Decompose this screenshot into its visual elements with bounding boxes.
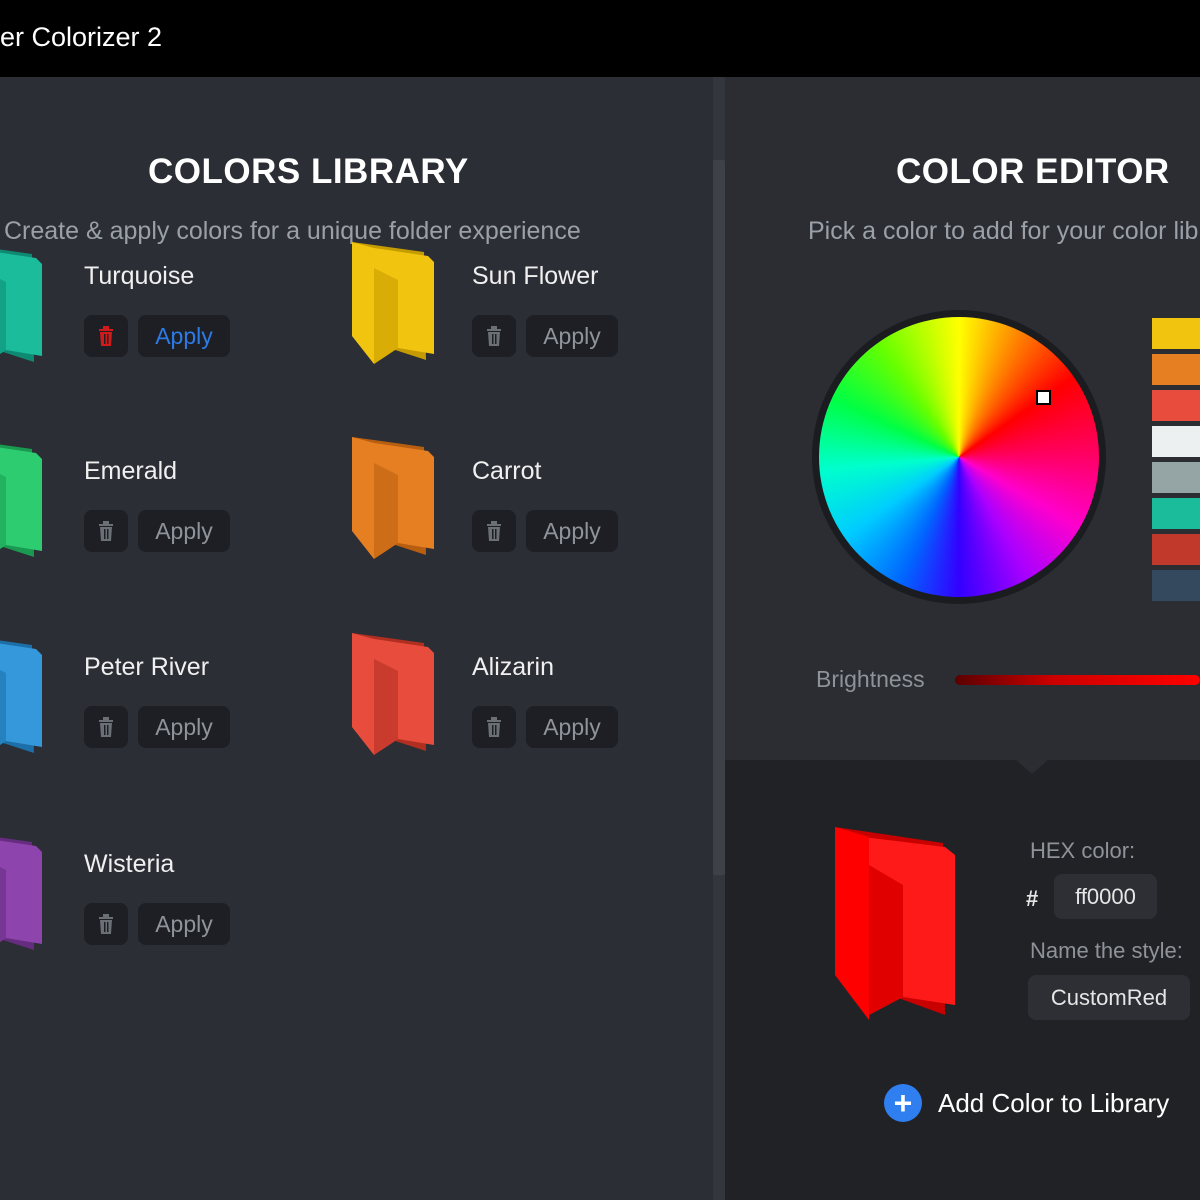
library-item: Emerald Apply (0, 444, 330, 595)
color-swatch[interactable] (1152, 318, 1200, 349)
trash-icon (487, 521, 501, 541)
delete-color-button[interactable] (472, 706, 516, 748)
folder-icon (352, 240, 442, 370)
folder-icon (352, 631, 442, 761)
folder-icon (352, 435, 442, 565)
folder-icon (0, 830, 50, 960)
scrollbar-thumb[interactable] (713, 160, 725, 875)
color-swatch[interactable] (1152, 426, 1200, 457)
library-title: COLORS LIBRARY (148, 152, 469, 191)
style-name-label: Name the style: (1030, 938, 1183, 963)
color-name: Emerald (84, 457, 178, 485)
preset-swatches (1152, 318, 1200, 606)
trash-icon (99, 521, 113, 541)
color-swatch[interactable] (1152, 570, 1200, 601)
apply-button[interactable]: Apply (526, 510, 618, 552)
trash-icon (487, 717, 501, 737)
apply-button[interactable]: Apply (526, 315, 618, 357)
folder-icon (0, 437, 50, 567)
trash-icon (99, 717, 113, 737)
folder-icon (0, 633, 50, 763)
colors-library-panel: COLORS LIBRARY Create & apply colors for… (0, 77, 713, 1200)
color-swatch[interactable] (1152, 390, 1200, 421)
delete-color-button[interactable] (472, 315, 516, 357)
library-item: Alizarin Apply (352, 633, 713, 791)
editor-title: COLOR EDITOR (896, 152, 1170, 191)
color-picker-handle[interactable] (1036, 390, 1051, 405)
trash-icon (99, 326, 113, 346)
brightness-label: Brightness (816, 666, 925, 692)
delete-color-button[interactable] (84, 510, 128, 552)
library-item: Carrot Apply (352, 437, 713, 595)
window-title: er Colorizer 2 (0, 22, 163, 52)
color-name: Alizarin (472, 653, 554, 681)
hex-label: HEX color: (1030, 838, 1136, 863)
color-swatch[interactable] (1152, 354, 1200, 385)
library-subtitle: Create & apply colors for a unique folde… (4, 217, 581, 245)
trash-icon (487, 326, 501, 346)
folder-icon (0, 242, 50, 372)
apply-button[interactable]: Apply (138, 903, 230, 945)
preview-folder-icon (835, 827, 955, 1020)
library-scrollbar[interactable] (713, 77, 725, 1200)
color-swatch[interactable] (1152, 534, 1200, 565)
hash-symbol: # (1026, 886, 1039, 911)
panel-pointer (1014, 758, 1050, 774)
delete-color-button[interactable] (84, 315, 128, 357)
apply-button[interactable]: Apply (138, 510, 230, 552)
color-name: Sun Flower (472, 262, 599, 290)
hex-input[interactable] (1054, 874, 1157, 919)
apply-button[interactable]: Apply (138, 706, 230, 748)
library-item: Wisteria Apply (0, 837, 330, 988)
color-wheel[interactable] (819, 317, 1099, 597)
add-color-label: Add Color to Library (938, 1087, 1170, 1118)
trash-icon (99, 914, 113, 934)
style-name-input[interactable] (1028, 975, 1190, 1020)
brightness-slider[interactable] (955, 675, 1200, 685)
plus-icon: + (884, 1084, 922, 1122)
library-item: Peter River Apply (0, 640, 330, 791)
delete-color-button[interactable] (84, 903, 128, 945)
library-item: Sun Flower Apply (352, 242, 713, 400)
color-name: Carrot (472, 457, 542, 485)
delete-color-button[interactable] (84, 706, 128, 748)
color-swatch[interactable] (1152, 498, 1200, 529)
apply-button[interactable]: Apply (138, 315, 230, 357)
color-swatch[interactable] (1152, 462, 1200, 493)
color-name: Wisteria (84, 850, 175, 878)
apply-button[interactable]: Apply (526, 706, 618, 748)
title-bar: er Colorizer 2 (0, 0, 1200, 77)
add-color-button[interactable]: + Add Color to Library (884, 1083, 1169, 1123)
color-name: Turquoise (84, 262, 195, 290)
delete-color-button[interactable] (472, 510, 516, 552)
library-item: Turquoise Apply (0, 249, 330, 400)
color-name: Peter River (84, 653, 210, 681)
editor-subtitle: Pick a color to add for your color lib (808, 217, 1199, 245)
